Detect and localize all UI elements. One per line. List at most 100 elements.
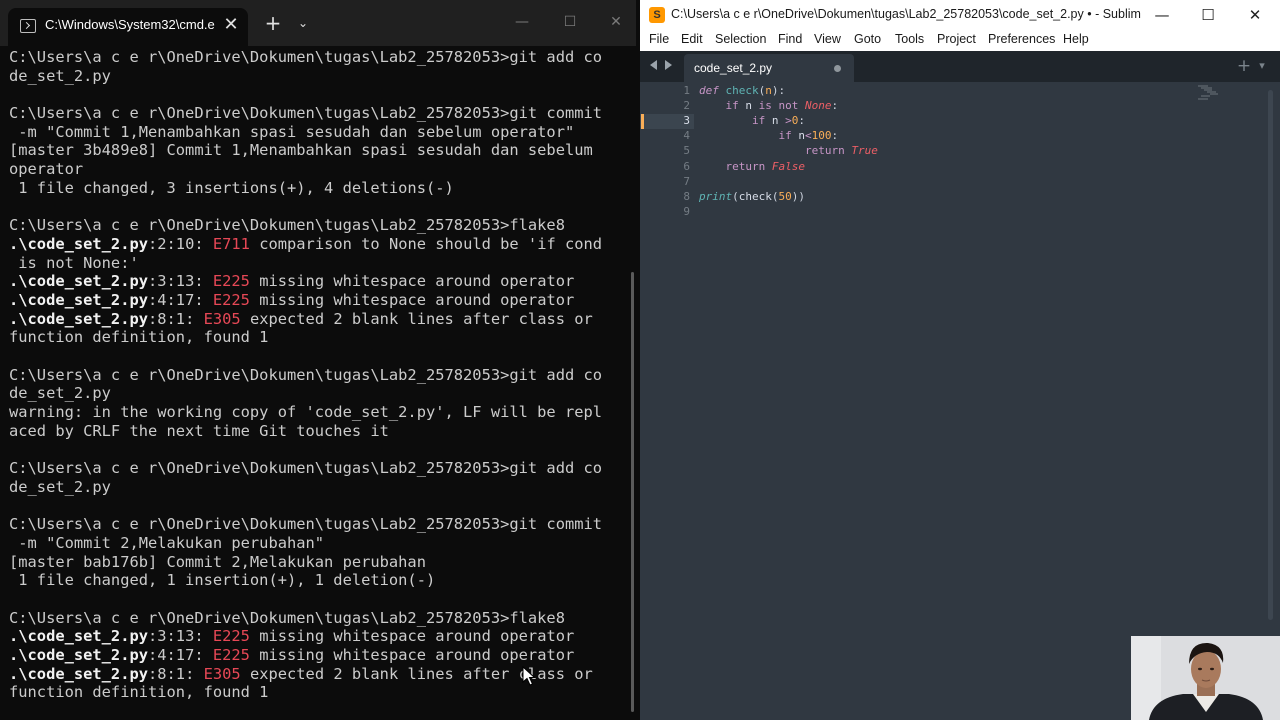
terminal-line: C:\Users\a c e r\OneDrive\Dokumen\tugas\… — [9, 104, 619, 123]
terminal-line: -m "Commit 1,Menambahkan spasi sesudah d… — [9, 123, 619, 142]
code-token: def — [699, 84, 719, 97]
minimize-button[interactable]: — — [507, 10, 537, 34]
terminal-line: operator — [9, 160, 619, 179]
menu-view[interactable]: View — [814, 32, 841, 46]
terminal-line: de_set_2.py — [9, 67, 619, 86]
code-line: if n >0: — [699, 114, 805, 127]
terminal-text: de_set_2.py — [9, 477, 111, 496]
code-token: 100 — [811, 129, 832, 143]
terminal-text: C:\Users\a c e r\OneDrive\Dokumen\tugas\… — [9, 48, 603, 66]
terminal-window: C:\Windows\System32\cmd.e ✕ + ⌄ — ☐ ✕ C:… — [0, 0, 636, 720]
terminal-text: is not None:' — [9, 253, 139, 272]
previous-tab-icon[interactable] — [650, 60, 657, 70]
code-token: True — [851, 144, 878, 158]
close-tab-icon[interactable]: ✕ — [220, 14, 242, 36]
code-token: ( — [732, 189, 739, 203]
terminal-line: .\code_set_2.py:3:13: E225 missing white… — [9, 272, 619, 291]
close-window-button[interactable]: ✕ — [601, 10, 631, 34]
code-token: )) — [791, 189, 805, 203]
new-tab-button[interactable]: + — [262, 12, 284, 34]
menu-file[interactable]: File — [649, 32, 669, 46]
error-code: E225 — [212, 627, 250, 646]
tab-list-icon[interactable]: ▾ — [1254, 56, 1270, 76]
menu-project[interactable]: Project — [937, 32, 976, 46]
new-file-icon[interactable]: + — [1236, 56, 1252, 76]
file-path: .\code_set_2.py — [9, 646, 148, 664]
terminal-text: C:\Users\a c e r\OneDrive\Dokumen\tugas\… — [9, 515, 603, 534]
terminal-text: :2:10: — [148, 234, 213, 253]
menu-goto[interactable]: Goto — [854, 32, 881, 46]
sublime-logo-icon: S — [649, 7, 665, 23]
terminal-text: C:\Users\a c e r\OneDrive\Dokumen\tugas\… — [9, 104, 603, 123]
terminal-titlebar: C:\Windows\System32\cmd.e ✕ + ⌄ — ☐ ✕ — [0, 0, 636, 46]
code-token: if — [778, 129, 792, 143]
line-number: 2 — [683, 99, 690, 113]
terminal-line: warning: in the working copy of 'code_se… — [9, 403, 619, 422]
maximize-button[interactable]: ☐ — [555, 10, 585, 34]
tab-dropdown-button[interactable]: ⌄ — [293, 12, 313, 34]
terminal-line: -m "Commit 2,Melakukan perubahan" — [9, 534, 619, 553]
terminal-line: C:\Users\a c e r\OneDrive\Dokumen\tugas\… — [9, 216, 619, 235]
code-token: check — [725, 84, 759, 97]
terminal-text: de_set_2.py — [9, 384, 111, 403]
terminal-tab[interactable]: C:\Windows\System32\cmd.e ✕ — [8, 8, 248, 46]
code-line: return False — [699, 160, 806, 173]
error-code: E225 — [212, 272, 250, 291]
terminal-line: C:\Users\a c e r\OneDrive\Dokumen\tugas\… — [9, 48, 619, 67]
code-line: return True — [699, 144, 878, 157]
terminal-text: warning: in the working copy of 'code_se… — [9, 403, 603, 422]
menu-edit[interactable]: Edit — [681, 32, 703, 46]
terminal-text: expected 2 blank lines after class or — [240, 664, 593, 683]
terminal-text: :3:13: — [148, 627, 213, 646]
terminal-line: [master 3b489e8] Commit 1,Menambahkan sp… — [9, 141, 619, 160]
minimap[interactable] — [1196, 84, 1236, 100]
error-code: E711 — [212, 234, 250, 253]
terminal-line: function definition, found 1 — [9, 683, 619, 702]
code-token: n — [738, 99, 759, 113]
desktop: C:\Windows\System32\cmd.e ✕ + ⌄ — ☐ ✕ C:… — [0, 0, 1280, 720]
terminal-text: function definition, found 1 — [9, 683, 269, 702]
editor-close-button[interactable]: ✕ — [1240, 3, 1270, 27]
editor-minimize-button[interactable]: — — [1147, 3, 1177, 27]
tab-code-set-2[interactable]: code_set_2.py — [684, 54, 854, 82]
code-token: n — [765, 114, 786, 128]
line-number: 8 — [683, 189, 690, 203]
code-token: is not — [758, 99, 799, 113]
terminal-scrollbar[interactable] — [631, 272, 634, 712]
editor-window-title: C:\Users\a c e r\OneDrive\Dokumen\tugas\… — [671, 7, 1141, 21]
terminal-text: missing whitespace around operator — [249, 627, 575, 646]
menu-selection[interactable]: Selection — [715, 32, 766, 46]
line-number: 3 — [683, 114, 690, 128]
code-line: def check(n): — [699, 84, 785, 97]
line-number: 4 — [683, 129, 690, 143]
menu-tools[interactable]: Tools — [895, 32, 924, 46]
next-tab-icon[interactable] — [665, 60, 672, 70]
file-path: .\code_set_2.py — [9, 272, 148, 291]
terminal-text: missing whitespace around operator — [249, 290, 575, 309]
code-token: return — [804, 144, 845, 158]
menu-help[interactable]: Help — [1063, 32, 1089, 46]
terminal-text: [master bab176b] Commit 2,Melakukan peru… — [9, 552, 426, 571]
unsaved-dot-icon[interactable] — [834, 65, 841, 72]
editor-maximize-button[interactable]: ☐ — [1193, 3, 1223, 27]
file-path: .\code_set_2.py — [9, 290, 148, 309]
tab-label: code_set_2.py — [694, 61, 773, 75]
terminal-output[interactable]: C:\Users\a c e r\OneDrive\Dokumen\tugas\… — [9, 48, 619, 702]
editor-scrollbar[interactable] — [1268, 90, 1273, 620]
terminal-line: C:\Users\a c e r\OneDrive\Dokumen\tugas\… — [9, 515, 619, 534]
terminal-line: 1 file changed, 1 insertion(+), 1 deleti… — [9, 571, 619, 590]
file-path: .\code_set_2.py — [9, 664, 148, 683]
file-path: .\code_set_2.py — [9, 627, 148, 646]
code-token: : — [831, 129, 839, 143]
terminal-line: C:\Users\a c e r\OneDrive\Dokumen\tugas\… — [9, 366, 619, 385]
code-line: print(check(50)) — [699, 190, 805, 203]
code-token: : — [831, 99, 839, 113]
terminal-text: :8:1: — [148, 309, 204, 328]
menu-preferences[interactable]: Preferences — [988, 32, 1055, 46]
terminal-line: [master bab176b] Commit 2,Melakukan peru… — [9, 553, 619, 572]
menu-find[interactable]: Find — [778, 32, 802, 46]
line-number: 6 — [683, 159, 690, 173]
